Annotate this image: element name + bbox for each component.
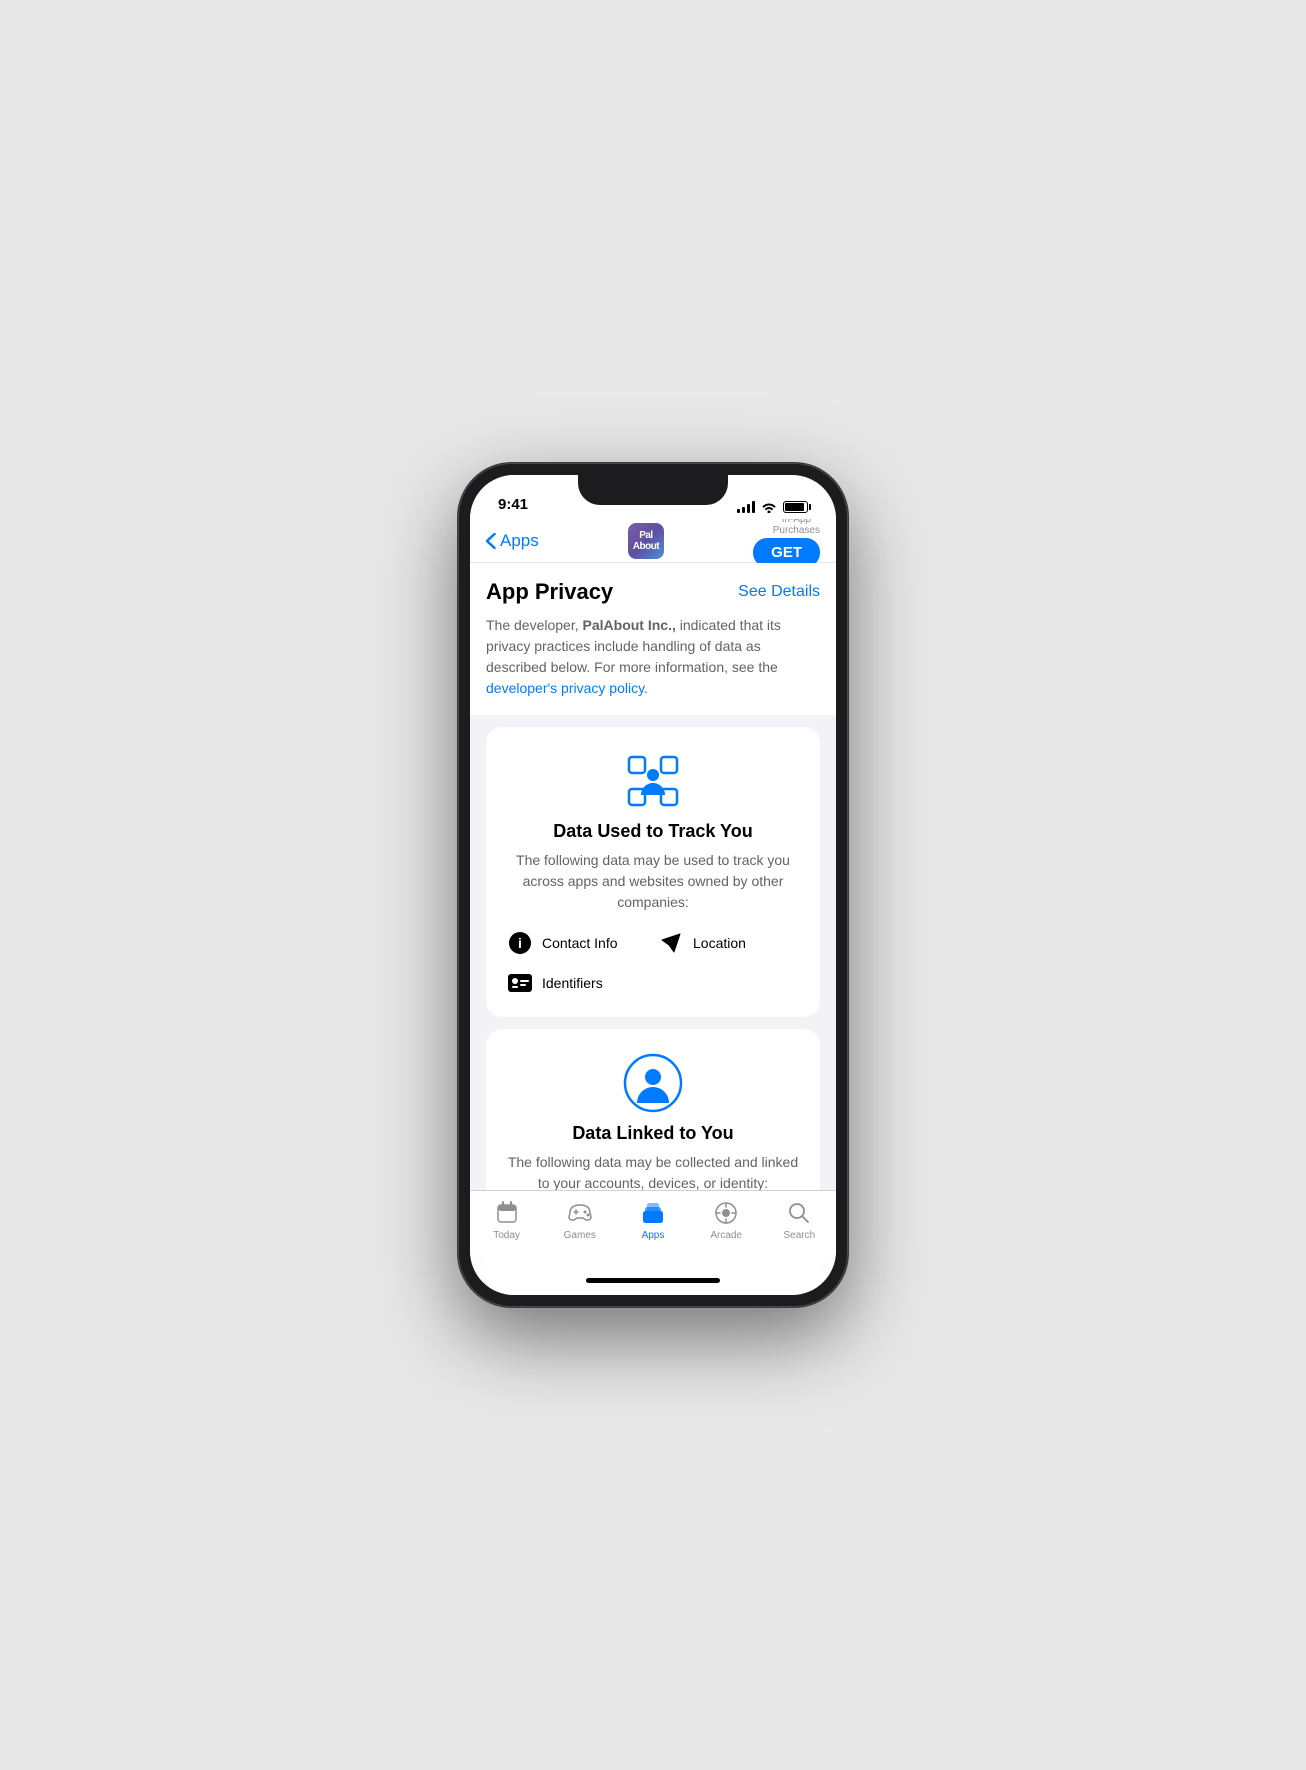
see-details-link[interactable]: See Details <box>738 583 820 601</box>
tab-today-label: Today <box>493 1230 520 1241</box>
today-icon <box>493 1199 521 1227</box>
track-card: Data Used to Track You The following dat… <box>486 727 820 1017</box>
signal-icon <box>737 501 755 513</box>
privacy-header-section: App Privacy See Details The developer, P… <box>470 563 836 715</box>
track-contact-label: Contact Info <box>542 935 618 951</box>
tab-today[interactable]: Today <box>477 1199 537 1241</box>
tab-apps[interactable]: Apps <box>623 1199 683 1241</box>
back-button[interactable]: Apps <box>486 531 539 551</box>
games-icon <box>566 1199 594 1227</box>
track-card-title: Data Used to Track You <box>553 821 752 842</box>
arcade-icon <box>712 1199 740 1227</box>
privacy-description: The developer, PalAbout Inc., indicated … <box>486 615 820 699</box>
track-card-header: Data Used to Track You The following dat… <box>506 751 800 913</box>
track-items-grid: i Contact Info Loc <box>506 929 800 997</box>
apps-icon <box>639 1199 667 1227</box>
track-item-contact: i Contact Info <box>506 929 649 957</box>
home-bar <box>586 1278 720 1283</box>
nav-right: In-App Purchases GET <box>753 514 820 567</box>
linked-card-header: Data Linked to You The following data ma… <box>506 1053 800 1190</box>
phone-frame: 9:41 A <box>458 463 848 1307</box>
back-label: Apps <box>500 531 539 551</box>
home-indicator <box>470 1273 836 1295</box>
linked-card: Data Linked to You The following data ma… <box>486 1029 820 1190</box>
phone-screen: 9:41 A <box>470 475 836 1295</box>
track-card-desc: The following data may be used to track … <box>506 850 800 913</box>
nav-app-icon: PalAbout <box>628 523 664 559</box>
privacy-cards: Data Used to Track You The following dat… <box>470 715 836 1190</box>
location-arrow-icon-1 <box>657 929 685 957</box>
privacy-title: App Privacy <box>486 579 613 605</box>
tab-games[interactable]: Games <box>550 1199 610 1241</box>
privacy-header: App Privacy See Details <box>486 579 820 605</box>
tab-search-label: Search <box>784 1230 816 1241</box>
track-item-location: Location <box>657 929 800 957</box>
linked-card-desc: The following data may be collected and … <box>506 1152 800 1190</box>
app-icon: PalAbout <box>628 523 664 559</box>
linked-icon <box>623 1053 683 1113</box>
search-icon <box>785 1199 813 1227</box>
tab-games-label: Games <box>564 1230 596 1241</box>
battery-icon <box>783 501 808 513</box>
id-card-icon-1 <box>506 969 534 997</box>
track-identifiers-label: Identifiers <box>542 975 603 991</box>
notch <box>578 475 728 505</box>
svg-text:i: i <box>518 935 522 951</box>
navigation-bar: Apps PalAbout In-App Purchases GET <box>470 519 836 563</box>
tab-search[interactable]: Search <box>769 1199 829 1241</box>
tab-arcade-label: Arcade <box>710 1230 742 1241</box>
track-item-identifiers: Identifiers <box>506 969 649 997</box>
privacy-policy-link[interactable]: developer's privacy policy. <box>486 680 648 696</box>
track-location-label: Location <box>693 935 746 951</box>
linked-card-title: Data Linked to You <box>572 1123 733 1144</box>
tab-arcade[interactable]: Arcade <box>696 1199 756 1241</box>
info-circle-icon: i <box>506 929 534 957</box>
status-icons <box>737 501 808 513</box>
scroll-content[interactable]: App Privacy See Details The developer, P… <box>470 563 836 1190</box>
track-icon <box>623 751 683 811</box>
tab-bar: Today Games <box>470 1190 836 1273</box>
wifi-icon <box>761 501 777 513</box>
tab-apps-label: Apps <box>642 1230 665 1241</box>
status-time: 9:41 <box>498 496 528 513</box>
